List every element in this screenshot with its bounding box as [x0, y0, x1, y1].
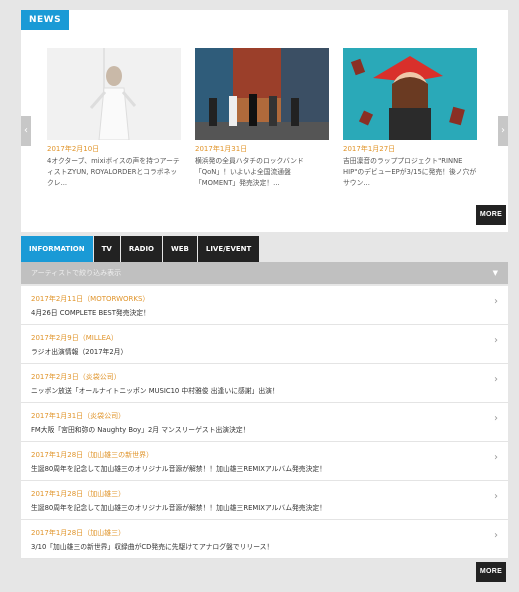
news-text[interactable]: 横浜発の全員ハタチのロックバンド「QoN」！いよいよ全国流通盤「MOMENT」発…: [195, 156, 329, 189]
tab-live-event[interactable]: LIVE/EVENT: [197, 236, 260, 262]
info-list-item[interactable]: 2017年1月28日（加山雄三） 生誕80周年を記念して加山雄三のオリジナル音源…: [21, 481, 508, 520]
chevron-right-icon: ›: [494, 335, 498, 346]
news-date: 2017年2月10日: [47, 145, 100, 153]
news-thumbnail[interactable]: [343, 48, 477, 140]
info-list-item[interactable]: 2017年2月3日（炎袋公司） ニッポン放送「オールナイトニッポン MUSIC1…: [21, 364, 508, 403]
info-title: 3/10「加山雄三の新世界」収録曲がCD発売に先駆けてアナログ盤でリリース！: [31, 543, 274, 551]
news-date: 2017年1月27日: [343, 145, 396, 153]
news-card[interactable]: 2017年1月31日 横浜発の全員ハタチのロックバンド「QoN」！いよいよ全国流…: [195, 48, 329, 189]
news-card[interactable]: 2017年1月27日 吉田凜音のラッププロジェクト"RINNE HIP"のデビュ…: [343, 48, 477, 189]
information-panel: INFORMATION TV RADIO WEB LIVE/EVENT アーティ…: [21, 236, 508, 586]
tab-radio[interactable]: RADIO: [120, 236, 163, 262]
artist-filter-dropdown[interactable]: アーティストで絞り込み表示 ▼: [21, 262, 508, 284]
info-title: 生誕80周年を記念して加山雄三のオリジナル音源が解禁！！加山雄三REMIXアルバ…: [31, 465, 326, 473]
info-list-item[interactable]: 2017年1月28日（加山雄三の新世界） 生誕80周年を記念して加山雄三のオリジ…: [21, 442, 508, 481]
info-date: 2017年2月3日（炎袋公司）: [31, 373, 121, 381]
info-title: 4月26日 COMPLETE BEST発売決定！: [31, 309, 150, 317]
info-date: 2017年2月9日（MILLEA）: [31, 334, 118, 342]
chevron-right-icon: ›: [494, 530, 498, 541]
tab-information[interactable]: INFORMATION: [21, 236, 93, 262]
info-list-item[interactable]: 2017年1月28日（加山雄三） 3/10「加山雄三の新世界」収録曲がCD発売に…: [21, 520, 508, 559]
info-title: ラジオ出演情報（2017年2月）: [31, 348, 128, 356]
info-date: 2017年1月28日（加山雄三）: [31, 529, 126, 537]
chevron-right-icon: ›: [494, 491, 498, 502]
info-date: 2017年2月11日（MOTORWORKS）: [31, 295, 150, 303]
tab-web[interactable]: WEB: [163, 236, 197, 262]
caret-down-icon: ▼: [492, 269, 498, 277]
tab-tv[interactable]: TV: [93, 236, 120, 262]
news-panel: NEWS ‹ › 2017年2月10日 4オクターブ、mixiボイスの声を持つア…: [21, 10, 508, 232]
info-list-item[interactable]: 2017年2月11日（MOTORWORKS） 4月26日 COMPLETE BE…: [21, 286, 508, 325]
info-list-item[interactable]: 2017年2月9日（MILLEA） ラジオ出演情報（2017年2月） ›: [21, 325, 508, 364]
info-title: ニッポン放送「オールナイトニッポン MUSIC10 中村雅俊 出逢いに感謝」出演…: [31, 387, 279, 395]
news-text[interactable]: 吉田凜音のラッププロジェクト"RINNE HIP"のデビューEPが3/15に発売…: [343, 156, 477, 189]
chevron-right-icon: ›: [494, 374, 498, 385]
news-thumbnail[interactable]: [195, 48, 329, 140]
news-card[interactable]: 2017年2月10日 4オクターブ、mixiボイスの声を持つアーティストZYUN…: [47, 48, 181, 189]
chevron-right-icon: ›: [494, 413, 498, 424]
carousel-next-button[interactable]: ›: [498, 116, 508, 146]
news-thumbnail[interactable]: [47, 48, 181, 140]
info-tabs: INFORMATION TV RADIO WEB LIVE/EVENT: [21, 236, 260, 262]
info-date: 2017年1月31日（炎袋公司）: [31, 412, 126, 420]
info-title: FM大阪「宮田和弥の Naughty Boy」2月 マンスリーゲスト出演決定！: [31, 426, 250, 434]
news-text[interactable]: 4オクターブ、mixiボイスの声を持つアーティストZYUN, ROYALORDE…: [47, 156, 181, 189]
info-date: 2017年1月28日（加山雄三の新世界）: [31, 451, 154, 459]
info-more-button[interactable]: MORE: [476, 562, 506, 582]
news-tag: NEWS: [21, 10, 70, 30]
news-date: 2017年1月31日: [195, 145, 248, 153]
news-more-button[interactable]: MORE: [476, 205, 506, 225]
chevron-right-icon: ›: [494, 452, 498, 463]
info-list: 2017年2月11日（MOTORWORKS） 4月26日 COMPLETE BE…: [21, 286, 508, 559]
carousel-prev-button[interactable]: ‹: [21, 116, 31, 146]
info-list-item[interactable]: 2017年1月31日（炎袋公司） FM大阪「宮田和弥の Naughty Boy」…: [21, 403, 508, 442]
artist-filter-label: アーティストで絞り込み表示: [31, 269, 122, 277]
chevron-right-icon: ›: [494, 296, 498, 307]
info-title: 生誕80周年を記念して加山雄三のオリジナル音源が解禁！！加山雄三REMIXアルバ…: [31, 504, 326, 512]
info-date: 2017年1月28日（加山雄三）: [31, 490, 126, 498]
